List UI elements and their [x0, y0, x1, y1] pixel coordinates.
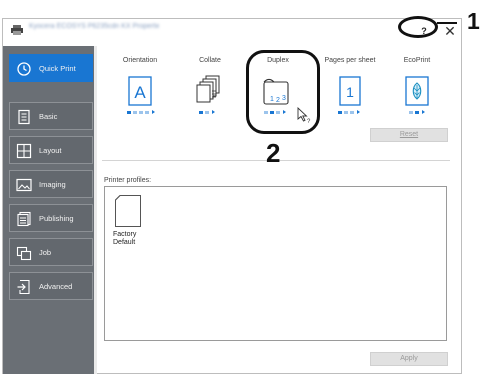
option-dot: [139, 111, 143, 114]
orientation-letter: A: [134, 83, 146, 102]
next-arrow-icon: [212, 110, 215, 114]
option-dot: [344, 111, 348, 114]
ecoprint-leaf-icon: [405, 76, 429, 106]
feature-label-ecoprint: EcoPrint: [403, 57, 431, 64]
clock-icon: [17, 62, 31, 76]
next-arrow-icon: [152, 110, 155, 114]
sidebar-item-advanced[interactable]: Advanced: [9, 272, 93, 300]
publishing-icon: [17, 211, 31, 227]
orientation-button[interactable]: A: [123, 74, 157, 108]
option-dot: [127, 111, 131, 114]
next-arrow-icon: [422, 110, 425, 114]
option-dot: [338, 111, 342, 114]
option-dot: [415, 111, 419, 114]
profile-label: Factory Default: [113, 231, 163, 247]
layout-grid-icon: [16, 143, 32, 159]
callout-leader-1: [437, 22, 457, 24]
sidebar-item-imaging[interactable]: Imaging: [9, 170, 93, 198]
sidebar-item-layout[interactable]: Layout: [9, 136, 93, 164]
printer-icon: [11, 25, 23, 35]
document-list-icon: [18, 109, 30, 125]
job-icon: [16, 246, 32, 261]
profile-factory-default[interactable]: Factory Default: [113, 195, 163, 255]
orientation-a-icon: A: [128, 76, 152, 106]
callout-ring-help: [398, 16, 438, 38]
sidebar-item-label: Advanced: [39, 282, 73, 291]
collate-button[interactable]: [192, 74, 226, 108]
close-button[interactable]: ✕: [441, 21, 459, 41]
option-dot: [145, 111, 149, 114]
sidebar-item-label: Imaging: [39, 180, 66, 189]
feature-label-orientation: Orientation: [122, 57, 158, 64]
option-dot: [199, 111, 203, 114]
collate-stack-icon: [196, 75, 220, 103]
pages-per-sheet-options-indicator[interactable]: [338, 110, 364, 116]
apply-button[interactable]: Apply: [370, 352, 448, 366]
reset-button[interactable]: Reset: [370, 128, 448, 142]
sidebar-item-basic[interactable]: Basic: [9, 102, 93, 130]
pages-per-sheet-number: 1: [346, 84, 354, 100]
sidebar-item-label: Basic: [39, 112, 58, 121]
sidebar: Quick Print Basic Layout Imaging Publish…: [3, 46, 97, 374]
feature-label-collate: Collate: [199, 57, 221, 64]
collate-options-indicator[interactable]: [199, 110, 219, 116]
image-icon: [16, 178, 32, 192]
option-dot: [409, 111, 413, 114]
callout-number-2: 2: [266, 138, 281, 168]
next-arrow-icon: [357, 110, 360, 114]
printer-profiles-list[interactable]: Factory Default: [104, 186, 447, 341]
callout-ring-duplex: [246, 50, 320, 134]
profile-label-line2: Default: [113, 239, 136, 246]
title-bar: Kyocera ECOSYS P6235cdn KX Properties ? …: [3, 19, 461, 43]
pages-per-sheet-icon: 1: [339, 76, 361, 106]
sidebar-item-label: Quick Print: [39, 64, 76, 73]
sidebar-item-label: Layout: [39, 146, 62, 155]
option-dot: [205, 111, 209, 114]
sidebar-item-quick-print[interactable]: Quick Print: [9, 54, 93, 82]
sidebar-item-label: Job: [39, 248, 52, 257]
ecoprint-options-indicator[interactable]: [409, 110, 429, 116]
advanced-arrow-icon: [17, 279, 30, 295]
callout-number-1: 1: [467, 8, 480, 34]
orientation-options-indicator[interactable]: [127, 110, 157, 116]
pages-per-sheet-button[interactable]: 1: [333, 74, 367, 108]
reset-button-label: Reset: [399, 131, 419, 138]
profile-document-icon: [115, 195, 141, 227]
sidebar-item-publishing[interactable]: Publishing: [9, 204, 93, 232]
window-title: Kyocera ECOSYS P6235cdn KX Properties: [29, 23, 159, 30]
option-dot: [133, 111, 137, 114]
profile-label-line1: Factory: [113, 231, 137, 238]
feature-label-pages-per-sheet: Pages per sheet: [324, 57, 376, 64]
sidebar-item-job[interactable]: Job: [9, 238, 93, 266]
sidebar-item-label: Publishing: [39, 214, 74, 223]
ecoprint-button[interactable]: [400, 74, 434, 108]
printer-profiles-heading: Printer profiles:: [104, 177, 152, 184]
option-dot: [350, 111, 354, 114]
